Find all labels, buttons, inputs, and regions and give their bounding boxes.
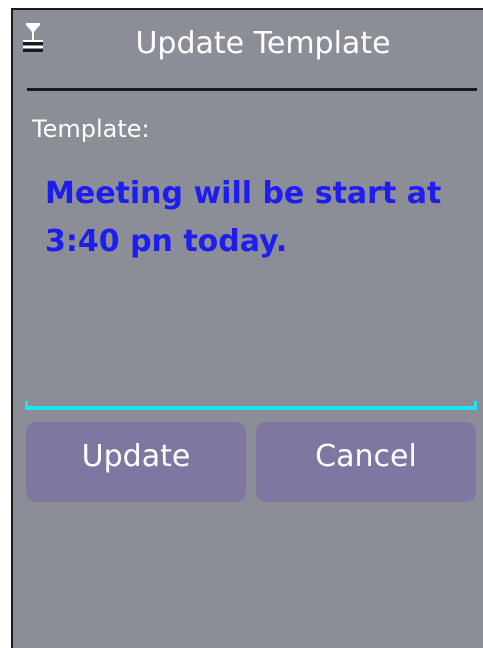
device-screen: Update Template Template: Meeting will b… <box>11 8 483 648</box>
input-focus-underline <box>25 401 477 410</box>
cancel-button[interactable]: Cancel <box>256 422 476 502</box>
title-bar: Update Template <box>13 10 483 82</box>
template-label: Template: <box>32 115 150 143</box>
template-text-field[interactable]: Meeting will be start at 3:40 pn today. <box>45 170 465 266</box>
dialog-title: Update Template <box>135 26 391 61</box>
antenna-signal-icon <box>21 22 45 56</box>
title-divider <box>27 88 477 91</box>
update-button[interactable]: Update <box>26 422 246 502</box>
